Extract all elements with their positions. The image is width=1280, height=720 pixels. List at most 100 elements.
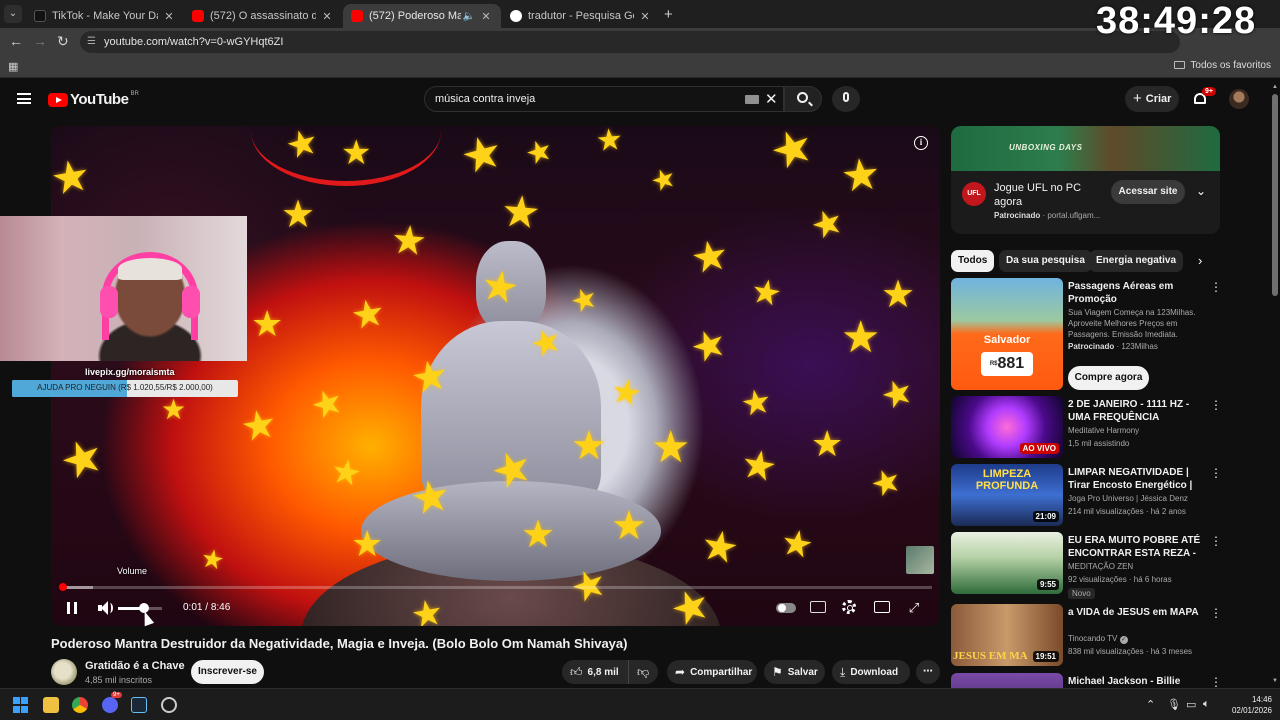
page-scrollbar[interactable]: ▲ ▼: [1270, 80, 1280, 688]
url-field[interactable]: ☰ youtube.com/watch?v=0-wGYHqt6ZI: [80, 31, 1180, 53]
all-bookmarks-button[interactable]: Todos os favoritos: [1174, 60, 1271, 71]
share-button[interactable]: ➦ Compartilhar: [667, 660, 757, 684]
dislike-button[interactable]: 👎︎: [628, 660, 658, 684]
subtitles-icon[interactable]: [810, 601, 826, 613]
rec-title[interactable]: EU ERA MUITO POBRE ATÉ ENCONTRAR ESTA RE…: [1068, 534, 1202, 560]
more-vert-icon[interactable]: ⋮: [1210, 398, 1222, 412]
fullscreen-icon[interactable]: ⤢: [907, 601, 921, 615]
microphone-tray-icon[interactable]: 🎙︎: [1167, 698, 1181, 711]
list-item[interactable]: 9:55 EU ERA MUITO POBRE ATÉ ENCONTRAR ES…: [951, 532, 1222, 599]
progress-scrubber[interactable]: [59, 583, 67, 591]
volume-icon[interactable]: [98, 601, 114, 615]
scroll-down-icon[interactable]: ▼: [1272, 678, 1278, 684]
search-box[interactable]: ✕: [424, 86, 784, 112]
chevron-up-icon[interactable]: ⌃: [1146, 698, 1155, 711]
visit-site-button[interactable]: Acessar site: [1111, 180, 1185, 204]
ad-title[interactable]: Jogue UFL no PC agora: [994, 181, 1089, 209]
taskbar-clock[interactable]: 14:46 02/01/2026: [1224, 694, 1272, 716]
scrollbar-thumb[interactable]: [1272, 94, 1278, 296]
search-button[interactable]: [784, 86, 822, 112]
list-item[interactable]: JESUS EM MA 19:51 a VIDA de JESUS em MAP…: [951, 604, 1222, 666]
rec-title[interactable]: LIMPAR NEGATIVIDADE | Tirar Encosto Ener…: [1068, 466, 1202, 492]
settings-gear-icon[interactable]: [842, 600, 856, 614]
tab-youtube-jfk[interactable]: (572) O assassinato de John F. K ✕: [184, 4, 342, 28]
list-item[interactable]: Michael Jackson - Billie Jean ⋮: [951, 673, 1221, 688]
chrome-icon[interactable]: [72, 697, 88, 713]
speaker-tray-icon[interactable]: 🔈︎: [1203, 698, 1210, 711]
subscribe-button[interactable]: Inscrever-se: [191, 660, 264, 684]
youtube-logo[interactable]: YouTube BR: [48, 91, 139, 108]
tab-google-translate[interactable]: tradutor - Pesquisa Google ✕: [502, 4, 660, 28]
chip-energia-negativa[interactable]: Energia negativa: [1089, 250, 1184, 272]
clear-search-icon[interactable]: ✕: [765, 90, 778, 108]
download-button[interactable]: ⤓ Download: [832, 660, 910, 684]
more-vert-icon[interactable]: ⋮: [1210, 675, 1221, 688]
scroll-up-icon[interactable]: ▲: [1272, 84, 1278, 90]
rec-title[interactable]: a VIDA de JESUS em MAPA: [1068, 606, 1202, 619]
tab-search-button[interactable]: ⌄: [4, 5, 22, 23]
rec-title[interactable]: 2 DE JANEIRO - 1111 HZ - UMA FREQUÊNCIA …: [1068, 398, 1202, 424]
info-icon[interactable]: i: [914, 136, 928, 150]
hamburger-menu-icon[interactable]: [17, 93, 31, 104]
speaker-icon[interactable]: 🔈: [463, 11, 475, 22]
close-tab-icon[interactable]: ✕: [479, 10, 493, 23]
chevron-down-icon[interactable]: ⌄: [1196, 184, 1206, 198]
tab-youtube-mantra[interactable]: (572) Poderoso Mantra Destr 🔈 ✕: [343, 4, 501, 28]
site-info-icon[interactable]: ☰: [87, 31, 96, 53]
close-tab-icon[interactable]: ✕: [320, 10, 334, 23]
steam-icon[interactable]: [131, 697, 147, 713]
account-avatar[interactable]: [1229, 89, 1249, 109]
like-button[interactable]: 👍︎ 6,8 mil: [562, 660, 628, 684]
voice-search-button[interactable]: [832, 86, 860, 112]
reload-icon[interactable]: ↻: [57, 33, 69, 50]
rec-title[interactable]: Michael Jackson - Billie Jean: [1068, 675, 1202, 688]
rec-channel[interactable]: Tinocando TV ✓: [1068, 634, 1128, 644]
ad-banner-image: UNBOXING DAYS: [951, 126, 1220, 171]
channel-avatar[interactable]: [51, 659, 77, 685]
list-item[interactable]: AO VIVO 2 DE JANEIRO - 1111 HZ - UMA FRE…: [951, 396, 1222, 458]
windows-start-icon[interactable]: [13, 697, 29, 713]
stream-timer-overlay: 38:49:28: [1096, 0, 1257, 42]
obs-icon[interactable]: [161, 697, 177, 713]
star-icon: ★: [697, 520, 743, 573]
video-player[interactable]: ★ ★ ★ ★ ★ ★ ★ ★ ★ ★ ★ ★ ★ ★ ★ ★ ★ ★ ★ ★ ★ ★ ★ ★ ★ ★ ★ ★ ★ ★ ★ ★ ★ ★ ★ ★ ★ ★ ★ ★…: [51, 126, 940, 626]
rec-title[interactable]: Passagens Aéreas em Promoção: [1068, 280, 1202, 306]
rec-channel[interactable]: Joga Pro Universo | Jéssica Denz: [1068, 494, 1188, 503]
apps-grid-icon[interactable]: ▦: [8, 60, 18, 73]
chip-da-sua-pesquisa[interactable]: Da sua pesquisa: [999, 250, 1092, 272]
search-input[interactable]: [435, 93, 725, 105]
more-vert-icon[interactable]: ⋮: [1210, 280, 1222, 294]
chevron-right-icon[interactable]: ›: [1198, 253, 1202, 268]
buy-now-button[interactable]: Compre agora: [1068, 366, 1149, 390]
chip-todos[interactable]: Todos: [951, 250, 995, 272]
more-actions-button[interactable]: ⋯: [916, 660, 940, 684]
save-button[interactable]: ⚑ Salvar: [764, 660, 825, 684]
end-card-thumbnail[interactable]: [906, 546, 934, 574]
create-button[interactable]: + Criar: [1125, 86, 1179, 112]
more-vert-icon[interactable]: ⋮: [1210, 606, 1222, 620]
keyboard-icon[interactable]: [745, 95, 759, 104]
close-tab-icon[interactable]: ✕: [638, 10, 652, 23]
file-explorer-icon[interactable]: [43, 697, 59, 713]
pause-icon[interactable]: [67, 602, 77, 614]
rec-channel[interactable]: MEDITAÇÃO ZEN: [1068, 562, 1133, 571]
channel-name[interactable]: Gratidão é a Chave: [85, 660, 185, 672]
more-vert-icon[interactable]: ⋮: [1210, 466, 1222, 480]
rec-channel[interactable]: Meditative Harmony: [1068, 426, 1139, 435]
progress-bar[interactable]: [63, 586, 932, 589]
tab-tiktok[interactable]: TikTok - Make Your Day ✕: [26, 4, 184, 28]
theater-mode-icon[interactable]: [874, 601, 890, 613]
back-arrow-icon[interactable]: ←: [9, 33, 23, 49]
sponsored-ad-card[interactable]: UNBOXING DAYS UFL Jogue UFL no PC agora …: [951, 126, 1220, 234]
notifications-button[interactable]: 9+: [1192, 87, 1216, 107]
youtube-play-logo-icon: [48, 92, 68, 107]
monitor-tray-icon[interactable]: ▭: [1186, 698, 1196, 711]
close-tab-icon[interactable]: ✕: [162, 10, 176, 23]
discord-icon[interactable]: 9+: [102, 692, 122, 713]
autoplay-toggle[interactable]: [776, 603, 796, 613]
star-icon: ★: [51, 149, 95, 206]
list-item[interactable]: LIMPEZA PROFUNDA 21:09 LIMPAR NEGATIVIDA…: [951, 464, 1222, 526]
forward-arrow-icon[interactable]: →: [33, 33, 47, 49]
new-tab-plus-icon[interactable]: +: [664, 6, 673, 23]
more-vert-icon[interactable]: ⋮: [1210, 534, 1222, 548]
